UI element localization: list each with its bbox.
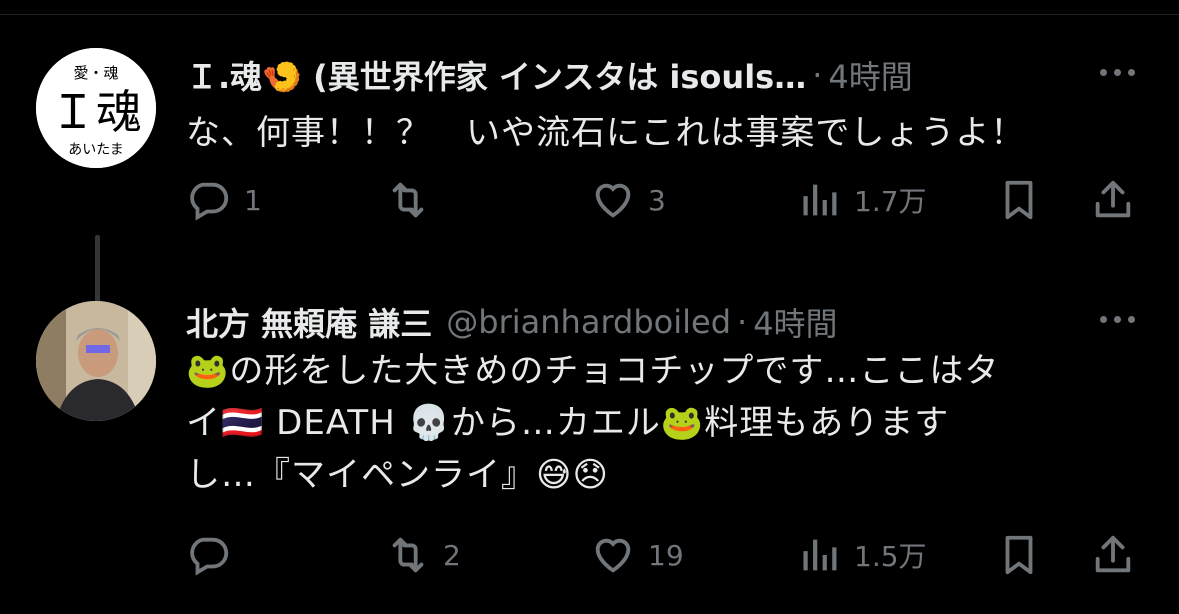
svg-text:あいたま: あいたま	[68, 142, 124, 158]
share-button[interactable]	[1090, 175, 1136, 225]
retweet-button[interactable]: 2	[385, 530, 461, 580]
retweet-count: 2	[443, 538, 461, 572]
display-name[interactable]: 北方 無頼庵 謙三	[186, 302, 432, 342]
like-count: 19	[648, 538, 684, 572]
retweet-button[interactable]	[385, 175, 443, 225]
bookmark-icon	[1005, 180, 1033, 220]
retweet-icon	[392, 537, 424, 573]
views-count: 1.7万	[854, 185, 927, 218]
svg-text:愛・魂: 愛・魂	[73, 64, 118, 82]
avatar[interactable]	[36, 301, 156, 421]
tweet-text: 🐸の形をした大きめのチョコチップです…ここはタ イ🇹🇭 DEATH 💀から…カエ…	[186, 345, 1126, 501]
tweet-header: 北方 無頼庵 謙三 @brianhardboiled · 4時間	[186, 302, 1079, 342]
avatar[interactable]: 愛・魂 Ｉ魂 あいたま	[36, 48, 156, 168]
views-count: 1.5万	[854, 540, 927, 573]
retweet-icon	[392, 182, 424, 218]
bookmark-button[interactable]	[996, 530, 1042, 580]
tweet-header: Ｉ.魂🍤 (異世界作家 インスタは isouls… · 4時間	[186, 55, 1079, 95]
action-bar: 2 19 1.5万	[0, 530, 1179, 580]
top-divider	[0, 14, 1179, 15]
timestamp[interactable]: 4時間	[753, 302, 837, 342]
share-icon	[1095, 535, 1131, 573]
avatar-photo	[36, 301, 156, 421]
tweet-text-line: し…『マイペンライ』😅😞	[186, 455, 609, 495]
tweet-text: な、何事！！？ いや流石にこれは事案でしょうよ！	[186, 107, 1126, 159]
timestamp[interactable]: 4時間	[828, 55, 912, 95]
reply-button[interactable]: 1	[186, 175, 262, 225]
tweet-text-line: 🐸の形をした大きめのチョコチップです…ここはタ	[186, 351, 1000, 391]
like-button[interactable]: 19	[590, 530, 684, 580]
display-name[interactable]: Ｉ.魂🍤 (異世界作家 インスタは isouls…	[186, 55, 806, 95]
separator: ·	[812, 56, 823, 94]
tweet[interactable]: 北方 無頼庵 謙三 @brianhardboiled · 4時間 🐸の形をした大…	[0, 295, 1179, 595]
like-button[interactable]: 3	[590, 175, 666, 225]
tweet-text-line: イ🇹🇭 DEATH 💀から…カエル🐸料理もあります	[186, 403, 950, 443]
like-icon	[595, 538, 631, 573]
bookmark-icon	[1005, 535, 1033, 575]
reply-icon	[190, 182, 229, 221]
like-icon	[595, 183, 631, 218]
reply-count: 1	[244, 183, 262, 217]
avatar-logo: 愛・魂 Ｉ魂 あいたま	[36, 48, 156, 168]
more-icon[interactable]	[1100, 69, 1135, 76]
handle[interactable]: @brianhardboiled	[446, 303, 731, 341]
tweet[interactable]: 愛・魂 Ｉ魂 あいたま Ｉ.魂🍤 (異世界作家 インスタは isouls… · …	[0, 45, 1179, 330]
more-icon[interactable]	[1100, 316, 1135, 323]
reply-button[interactable]	[186, 530, 244, 580]
separator: ·	[737, 303, 748, 341]
share-button[interactable]	[1090, 530, 1136, 580]
bookmark-button[interactable]	[996, 175, 1042, 225]
views-icon	[803, 539, 837, 571]
reply-icon	[190, 537, 229, 576]
views-button[interactable]: 1.5万	[796, 530, 927, 580]
svg-text:Ｉ魂: Ｉ魂	[50, 85, 142, 139]
views-icon	[803, 184, 837, 216]
tweet-text-line: な、何事！！？ いや流石にこれは事案でしょうよ！	[186, 113, 1026, 153]
views-button[interactable]: 1.7万	[796, 175, 927, 225]
share-icon	[1095, 180, 1131, 218]
like-count: 3	[648, 183, 666, 217]
action-bar: 1 3 1.7万	[0, 175, 1179, 225]
